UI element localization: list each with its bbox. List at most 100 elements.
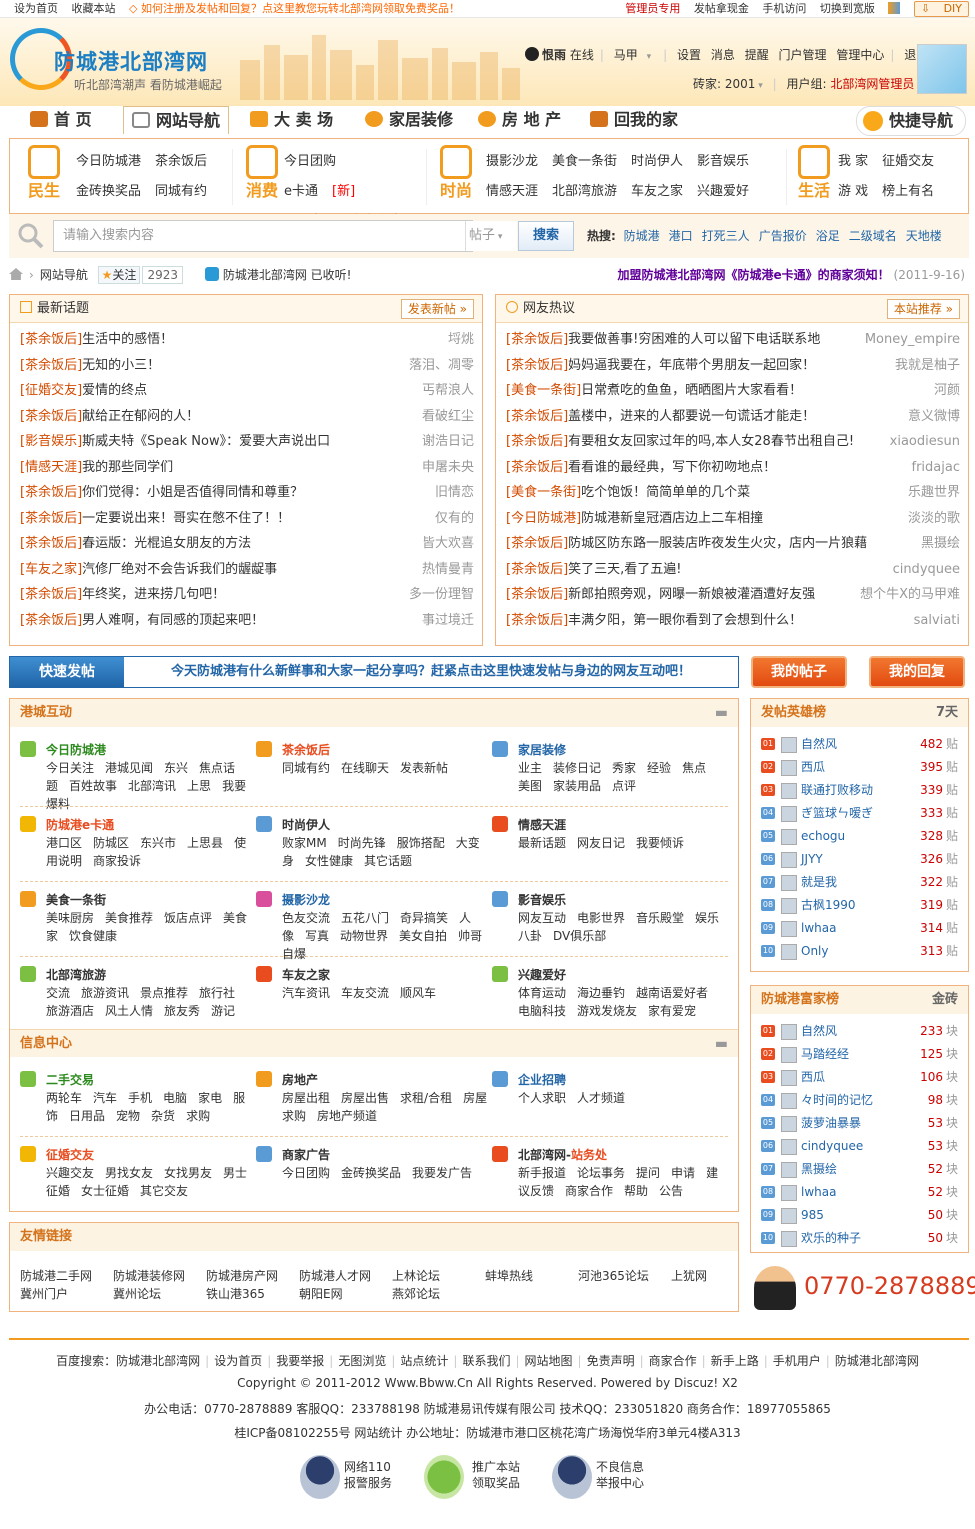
rank-row[interactable]: 10 欢乐的种子 50 块: [761, 1227, 958, 1250]
forum-sub-link[interactable]: 家装用品: [553, 779, 601, 793]
topic-category[interactable]: [茶余饭后]: [20, 485, 82, 500]
forum-sub-link[interactable]: 在线聊天: [341, 761, 389, 775]
category-link[interactable]: 金砖换奖品: [76, 177, 141, 207]
report-badge[interactable]: 不良信息 举报中心: [552, 1455, 682, 1503]
topic-category[interactable]: [茶余饭后]: [20, 332, 82, 347]
forum-icon[interactable]: [492, 816, 508, 832]
friend-link[interactable]: 河池365论坛: [578, 1267, 649, 1284]
rank-username[interactable]: 自然风: [801, 733, 837, 756]
topic-title[interactable]: 盖楼中，进来的人都要说一句谎话才能走！: [568, 409, 815, 424]
forum-sub-link[interactable]: 手机: [128, 1091, 152, 1105]
collapse-icon[interactable]: ▬: [715, 699, 728, 727]
nav-home[interactable]: 首 页: [30, 106, 92, 134]
rank-avatar[interactable]: [781, 921, 797, 937]
topic-category[interactable]: [茶余饭后]: [506, 562, 568, 577]
forum-sub-link[interactable]: 东兴市: [140, 836, 176, 850]
category-link[interactable]: 同城有约: [155, 177, 207, 207]
collapse-icon[interactable]: ▬: [715, 1030, 728, 1058]
rank-row[interactable]: 03 西瓜 106 块: [761, 1066, 958, 1089]
category-link[interactable]: 车友之家: [631, 177, 683, 207]
topic-row[interactable]: [茶余饭后]有要租女友回家过年的吗,本人女28春节出租自己! xiaodiesun: [506, 429, 960, 455]
forum-name[interactable]: 北部湾网-站务处: [518, 1146, 607, 1163]
rank-avatar[interactable]: [781, 806, 797, 822]
rank-avatar[interactable]: [781, 1024, 797, 1040]
topic-row[interactable]: [今日防城港]防城港新皇冠酒店边上二车相撞 淡淡的歌: [506, 505, 960, 531]
forum-sub-link[interactable]: 日用品: [69, 1109, 105, 1123]
topic-row[interactable]: [茶余饭后]新郎拍照旁观，网曝一新娘被灌酒遭好友强 想个牛X的马甲难: [506, 582, 960, 608]
topic-category[interactable]: [情感天涯]: [20, 460, 82, 475]
topic-category[interactable]: [茶余饭后]: [506, 409, 568, 424]
forum-icon[interactable]: [492, 1146, 508, 1162]
topic-category[interactable]: [茶余饭后]: [20, 536, 82, 551]
forum-name[interactable]: 企业招聘: [518, 1071, 566, 1088]
category-link[interactable]: 今日防城港: [76, 147, 141, 177]
home-icon[interactable]: [9, 268, 23, 280]
topic-category[interactable]: [茶余饭后]: [20, 587, 82, 602]
forum-name[interactable]: 车友之家: [282, 966, 330, 983]
category-link[interactable]: 美食一条街: [552, 147, 617, 177]
topic-title[interactable]: 看看谁的最经典，写下你初吻地点！: [568, 460, 776, 475]
forum-name[interactable]: 征婚交友: [46, 1146, 94, 1163]
rank-row[interactable]: 08 lwhaa 52 块: [761, 1181, 958, 1204]
rank-username[interactable]: 菠萝油暴暴: [801, 1112, 861, 1135]
friend-link[interactable]: 上犹网: [671, 1267, 707, 1284]
forum-sub-link[interactable]: 美食推荐: [105, 911, 153, 925]
topic-title[interactable]: 爱情的终点: [82, 383, 147, 398]
settings-link[interactable]: 设置: [677, 48, 701, 62]
forum-sub-link[interactable]: 求购: [186, 1109, 210, 1123]
forum-name[interactable]: 摄影沙龙: [282, 891, 330, 908]
set-homepage-link[interactable]: 设为首页: [14, 2, 58, 15]
topic-category[interactable]: [征婚交友]: [20, 383, 82, 398]
forum-icon[interactable]: [256, 966, 272, 982]
hot-link[interactable]: 二级域名: [849, 229, 897, 243]
topic-category[interactable]: [今日防城港]: [506, 511, 581, 526]
category-link[interactable]: 茶余饭后: [155, 147, 207, 177]
forum-sub-link[interactable]: 发表新帖: [400, 761, 448, 775]
forum-icon[interactable]: [256, 741, 272, 757]
forum-sub-link[interactable]: 家有爱宠: [648, 1004, 696, 1018]
fast-post-text[interactable]: 今天防城港有什么新鲜事和大家一起分享吗？赶紧点击这里快速发帖与身边的网友互动吧！: [124, 657, 738, 687]
footer-link[interactable]: 无图浏览: [338, 1354, 386, 1368]
forum-sub-link[interactable]: 越南语爱好者: [636, 986, 708, 1000]
rank-avatar[interactable]: [781, 1093, 797, 1109]
forum-icon[interactable]: [20, 1071, 36, 1087]
category-link[interactable]: 摄影沙龙: [486, 147, 538, 177]
topic-category[interactable]: [影音娱乐]: [20, 434, 82, 449]
forum-sub-link[interactable]: 美味厨房: [46, 911, 94, 925]
topic-title[interactable]: 新郎拍照旁观，网曝一新娘被灌酒遭好友强: [568, 587, 815, 602]
topic-row[interactable]: [茶余饭后]年终奖，进来捞几句吧！ 多一份理智: [20, 582, 474, 608]
weibo-status[interactable]: 防城港北部湾网 已收听!: [223, 268, 352, 282]
forum-sub-link[interactable]: 我要倾诉: [636, 836, 684, 850]
topic-author[interactable]: 意义微博: [903, 403, 960, 429]
topic-title[interactable]: 我的那些同学们: [82, 460, 173, 475]
forum-sub-link[interactable]: 美图: [518, 779, 542, 793]
forum-sub-link[interactable]: 防城区: [93, 836, 129, 850]
forum-sub-link[interactable]: 饭店点评: [164, 911, 212, 925]
admin-link[interactable]: 管理员专用: [625, 2, 680, 15]
forum-sub-link[interactable]: 百姓故事: [69, 779, 117, 793]
rank-avatar[interactable]: [781, 783, 797, 799]
forum-sub-link[interactable]: 家电: [198, 1091, 222, 1105]
topic-row[interactable]: [茶余饭后]丰满夕阳，第一眼你看到了会想到什么！ salviati: [506, 607, 960, 633]
topic-row[interactable]: [影音娱乐]斯威夫特《Speak Now》：爱要大声说出口 谢浩日记: [20, 429, 474, 455]
category-link[interactable]: 游 戏: [838, 177, 868, 207]
topic-author[interactable]: 想个牛X的马甲难: [856, 582, 960, 608]
topic-category[interactable]: [茶余饭后]: [506, 536, 568, 551]
forum-sub-link[interactable]: 女士征婚: [81, 1184, 129, 1198]
forum-sub-link[interactable]: 焦点: [682, 761, 706, 775]
footer-link[interactable]: 手机用户: [773, 1354, 821, 1368]
usergroup-value[interactable]: 北部湾网管理员: [830, 77, 914, 91]
forum-sub-link[interactable]: 求租/合租: [400, 1091, 452, 1105]
rank-username[interactable]: lwhaa: [801, 1181, 836, 1204]
forum-sub-link[interactable]: 车友交流: [341, 986, 389, 1000]
rank-avatar[interactable]: [781, 898, 797, 914]
rank-username[interactable]: ぎ篮球ㄣ嗳ぎ: [801, 802, 873, 825]
topic-category[interactable]: [茶余饭后]: [20, 511, 82, 526]
topic-row[interactable]: [茶余饭后]无知的小三！ 落泪、凋零: [20, 352, 474, 378]
footer-link[interactable]: 百度搜索：防城港北部湾网: [56, 1354, 200, 1368]
help-notice-link[interactable]: ◇ 如何注册及发帖和回复？点这里教您玩转北部湾网领取免费奖品！: [129, 2, 470, 15]
forum-sub-link[interactable]: 今日团购: [282, 1166, 330, 1180]
rank-avatar[interactable]: [781, 852, 797, 868]
user-avatar[interactable]: [917, 44, 967, 94]
rank-row[interactable]: 01 自然风 233 块: [761, 1020, 958, 1043]
